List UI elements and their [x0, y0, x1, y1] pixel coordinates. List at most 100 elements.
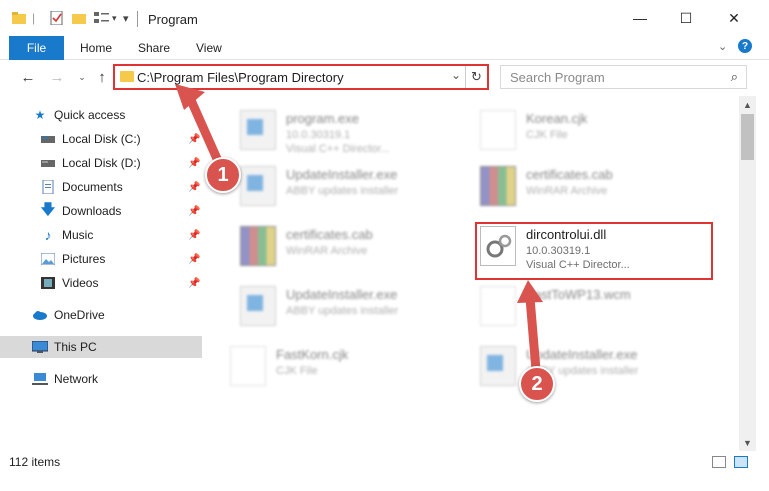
sidebar-item-label: OneDrive: [54, 308, 105, 322]
folder-icon: [12, 9, 26, 27]
forward-arrow-icon[interactable]: →: [47, 67, 67, 87]
expand-ribbon-icon[interactable]: ⌄: [718, 40, 727, 53]
chevron-down-icon[interactable]: ⌄: [451, 68, 461, 82]
download-icon: 🡇: [40, 201, 56, 217]
file-item[interactable]: certificates.cab WinRAR Archive: [220, 218, 460, 274]
star-icon: ★: [34, 108, 46, 122]
sidebar-item-downloads[interactable]: 🡇 Downloads 📌: [0, 200, 202, 222]
bottom-strip: [0, 473, 769, 491]
view-options-icon[interactable]: [94, 9, 110, 27]
drive-icon: [40, 156, 56, 170]
file-type: CJK File: [276, 365, 318, 377]
file-name: UpdateInstaller.exe: [286, 287, 398, 302]
file-item[interactable]: Korean.cjk CJK File: [460, 102, 700, 158]
sidebar-item-quick-access[interactable]: ★ Quick access: [0, 104, 202, 126]
file-name: FastToWP13.wcm: [526, 287, 631, 302]
file-item[interactable]: FastToWP13.wcm: [460, 278, 700, 334]
sidebar-item-videos[interactable]: Videos 📌: [0, 272, 202, 294]
network-icon: [32, 372, 48, 386]
file-type: WinRAR Archive: [286, 245, 368, 257]
sidebar-item-onedrive[interactable]: OneDrive: [0, 304, 202, 326]
new-folder-icon[interactable]: [72, 9, 86, 27]
sidebar-item-documents[interactable]: Documents 📌: [0, 176, 202, 198]
tab-file[interactable]: File: [9, 36, 64, 60]
documents-icon: [40, 180, 56, 194]
refresh-icon[interactable]: ↻: [465, 66, 487, 88]
status-bar: 112 items: [0, 451, 769, 473]
exe-file-icon: [240, 110, 276, 150]
up-arrow-icon[interactable]: ↑: [92, 67, 112, 87]
file-item[interactable]: certificates.cab WinRAR Archive: [460, 158, 700, 214]
videos-icon: [40, 276, 56, 290]
help-icon[interactable]: ?: [738, 39, 752, 53]
callout-badge-2: 2: [519, 366, 555, 402]
sidebar-item-label: Quick access: [54, 108, 126, 122]
folder-icon: [120, 71, 134, 82]
file-name: UpdateInstaller.exe: [286, 167, 398, 182]
item-count: 112 items: [9, 455, 61, 469]
file-description: Visual C++ Director...: [286, 143, 390, 155]
sidebar-item-local-disk-c[interactable]: Local Disk (C:) 📌: [0, 128, 202, 150]
document-file-icon: [480, 110, 516, 150]
cloud-icon: [32, 308, 48, 322]
sidebar-item-label: Documents: [62, 180, 123, 194]
sidebar-item-label: Pictures: [62, 252, 106, 266]
sidebar-item-label: Local Disk (D:): [62, 156, 141, 170]
address-path[interactable]: C:\Program Files\Program Directory: [137, 70, 344, 85]
sidebar-item-this-pc[interactable]: This PC: [0, 336, 202, 358]
file-item[interactable]: FastKorn.cjk CJK File: [210, 338, 450, 394]
file-name: program.exe: [286, 111, 359, 126]
customize-toolbar-icon[interactable]: ▾: [123, 9, 129, 27]
sidebar-item-local-disk-d[interactable]: Local Disk (D:) 📌: [0, 152, 202, 174]
dropdown-arrow-icon[interactable]: ▾: [112, 9, 117, 27]
sidebar-item-label: This PC: [54, 340, 97, 354]
large-icons-view-icon[interactable]: [734, 456, 748, 468]
close-button[interactable]: ✕: [711, 0, 757, 36]
sidebar-item-pictures[interactable]: Pictures 📌: [0, 248, 202, 270]
title-divider: [137, 11, 138, 27]
details-view-icon[interactable]: [712, 456, 726, 468]
tab-view[interactable]: View: [196, 36, 222, 60]
sidebar-item-label: Music: [62, 228, 94, 242]
file-type: ABBY updates installer: [286, 185, 399, 197]
back-arrow-icon[interactable]: ←: [18, 67, 38, 87]
tab-home[interactable]: Home: [80, 36, 112, 60]
sidebar-item-network[interactable]: Network: [0, 368, 202, 390]
exe-file-icon: [240, 286, 276, 326]
winrar-archive-icon: [480, 166, 516, 206]
file-name: Korean.cjk: [526, 111, 588, 126]
scroll-down-icon[interactable]: ▼: [739, 434, 756, 451]
address-bar[interactable]: C:\Program Files\Program Directory ⌄ ↻: [113, 64, 489, 90]
scroll-thumb[interactable]: [741, 114, 754, 160]
properties-icon[interactable]: [50, 9, 64, 27]
scroll-up-icon[interactable]: ▲: [739, 96, 756, 113]
file-name: FastKorn.cjk: [276, 347, 349, 362]
navigation-pane: ★ Quick access Local Disk (C:) 📌 Local D…: [0, 96, 202, 451]
computer-icon: [32, 340, 48, 354]
sidebar-item-label: Network: [54, 372, 99, 386]
recent-locations-icon[interactable]: ⌄: [72, 67, 92, 87]
file-item[interactable]: program.exe 10.0.30319.1 Visual C++ Dire…: [220, 102, 460, 158]
address-row: ← → ⌄ ↑ C:\Program Files\Program Directo…: [0, 60, 769, 96]
exe-file-icon: [240, 166, 276, 206]
minimize-button[interactable]: —: [617, 0, 663, 36]
pin-icon: 📌: [188, 157, 201, 169]
search-icon[interactable]: ⌕: [731, 69, 738, 85]
pin-icon: 📌: [188, 277, 201, 289]
separator-icon: |: [32, 11, 36, 25]
file-item[interactable]: UpdateInstaller.exe ABBY updates install…: [220, 158, 460, 214]
file-item[interactable]: UpdateInstaller.exe ABBY updates install…: [220, 278, 460, 334]
file-item[interactable]: UpdateInstaller.exe ABBY updates install…: [460, 338, 700, 394]
vertical-scrollbar[interactable]: ▲ ▼: [739, 96, 756, 451]
tab-share[interactable]: Share: [138, 36, 170, 60]
document-file-icon: [480, 286, 516, 326]
sidebar-item-music[interactable]: ♪ Music 📌: [0, 224, 202, 246]
file-name: certificates.cab: [286, 227, 373, 242]
file-type: ABBY updates installer: [286, 305, 399, 317]
search-input[interactable]: Search Program ⌕: [500, 65, 747, 89]
file-name: UpdateInstaller.exe: [526, 347, 638, 362]
sidebar-item-label: Videos: [62, 276, 99, 290]
drive-icon: [40, 132, 56, 146]
maximize-button[interactable]: ☐: [663, 0, 709, 36]
window-title: Program: [148, 12, 198, 27]
